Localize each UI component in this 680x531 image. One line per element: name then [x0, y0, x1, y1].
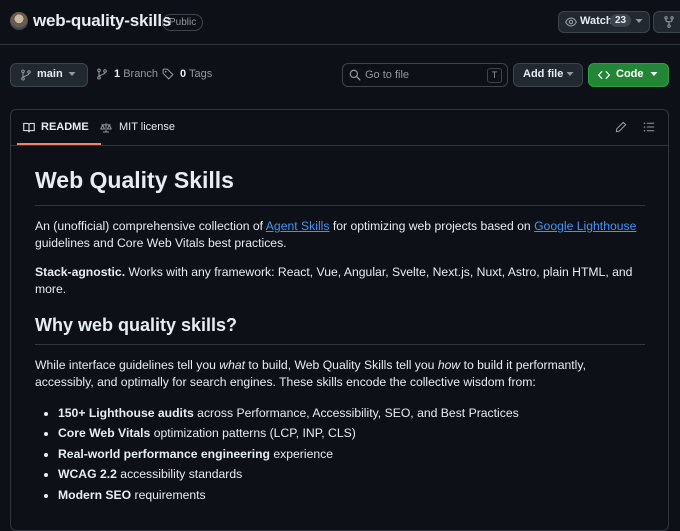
why-text: to build, Web Quality Skills tell you — [245, 358, 438, 372]
google-lighthouse-link[interactable]: Google Lighthouse — [534, 219, 636, 233]
tab-readme-label: README — [41, 121, 89, 133]
divider — [35, 344, 645, 345]
branch-count-label: Branch — [123, 68, 159, 80]
code-label: Code — [616, 68, 644, 80]
list-item-text: experience — [269, 446, 333, 461]
readme-tabs: README MIT license — [11, 110, 668, 146]
add-file-button[interactable]: Add file — [513, 63, 583, 87]
intro-text: guidelines and Core Web Vitals best prac… — [35, 236, 287, 250]
eye-icon — [565, 16, 577, 28]
chevron-down-icon — [650, 71, 658, 77]
code-button[interactable]: Code — [588, 63, 669, 87]
go-to-file-input[interactable] — [365, 67, 475, 83]
list-item-text: accessibility standards — [116, 467, 243, 482]
list-item: 150+ Lighthouse audits across Performanc… — [58, 403, 519, 423]
why-paragraph: While interface guidelines tell you what… — [35, 357, 645, 391]
shortcut-key: T — [487, 68, 502, 83]
active-tab-indicator — [17, 143, 101, 145]
book-icon — [23, 122, 35, 133]
intro-text: for optimizing web projects based on — [329, 219, 535, 233]
list-item: Core Web Vitals optimization patterns (L… — [58, 423, 519, 443]
watch-button[interactable]: Watch 23 — [558, 11, 650, 33]
watch-count: 23 — [610, 14, 632, 27]
chevron-down-icon — [68, 71, 76, 77]
repo-header: web-quality-skills Public Watch 23 — [0, 0, 680, 45]
fork-button[interactable] — [653, 11, 680, 33]
branches-link[interactable]: 1 Branch — [96, 68, 158, 80]
why-emphasis: what — [219, 358, 246, 372]
list-item-text: requirements — [131, 487, 206, 502]
go-to-file-search[interactable]: T — [342, 63, 508, 87]
list-item-text: across Performance, Accessibility, SEO, … — [193, 406, 519, 420]
stack-paragraph: Stack-agnostic. Works with any framework… — [35, 264, 645, 298]
list-item-strong: WCAG 2.2 — [58, 467, 117, 482]
list-item-strong: Core Web Vitals — [58, 426, 151, 441]
chevron-down-icon — [566, 71, 574, 77]
section-heading: Why web quality skills? — [35, 315, 238, 335]
visibility-badge: Public — [162, 14, 204, 31]
divider — [35, 205, 645, 206]
scale-icon — [100, 122, 112, 133]
tag-count: 0 — [180, 68, 187, 80]
list-item-text: optimization patterns (LCP, INP, CLS) — [150, 426, 356, 441]
code-icon — [598, 70, 610, 80]
stack-text: Works with any framework: React, Vue, An… — [35, 265, 633, 296]
tag-icon — [162, 68, 174, 80]
list-item-strong: 150+ Lighthouse audits — [58, 406, 194, 420]
list-item: WCAG 2.2 accessibility standards — [58, 464, 519, 484]
list-item: Real-world performance engineering exper… — [58, 444, 519, 464]
list-item-strong: Modern SEO — [58, 487, 132, 502]
tag-count-label: Tags — [188, 68, 213, 80]
search-icon — [349, 69, 361, 81]
tab-readme[interactable]: README — [17, 110, 101, 145]
list-item-strong: Real-world performance engineering — [58, 446, 270, 461]
repo-name[interactable]: web-quality-skills — [33, 11, 171, 31]
pencil-icon[interactable] — [615, 121, 627, 133]
intro-paragraph: An (unofficial) comprehensive collection… — [35, 218, 645, 252]
fork-icon — [663, 16, 675, 28]
stack-strong: Stack-agnostic. — [35, 265, 126, 279]
outline-icon[interactable] — [643, 121, 655, 133]
branch-icon — [20, 69, 32, 81]
list-item: Modern SEO requirements — [58, 485, 519, 505]
tab-license[interactable]: MIT license — [100, 110, 190, 145]
avatar[interactable] — [10, 12, 28, 30]
why-emphasis: how — [437, 358, 461, 372]
tags-link[interactable]: 0 Tags — [162, 68, 212, 80]
chevron-down-icon — [635, 18, 643, 24]
watch-label: Watch — [580, 15, 613, 27]
branch-name: main — [37, 68, 63, 80]
sources-list: 150+ Lighthouse audits across Performanc… — [35, 403, 519, 505]
readme-panel: README MIT license Web Quality Skills An… — [10, 109, 669, 531]
branch-selector[interactable]: main — [10, 63, 88, 87]
branch-icon — [96, 68, 108, 80]
why-text: While interface guidelines tell you — [35, 358, 220, 372]
readme-title: Web Quality Skills — [35, 167, 234, 193]
add-file-label: Add file — [523, 68, 564, 80]
intro-text: An (unofficial) comprehensive collection… — [35, 219, 266, 233]
tab-license-label: MIT license — [119, 121, 176, 133]
branch-count: 1 — [114, 68, 121, 80]
agent-skills-link[interactable]: Agent Skills — [266, 219, 330, 233]
